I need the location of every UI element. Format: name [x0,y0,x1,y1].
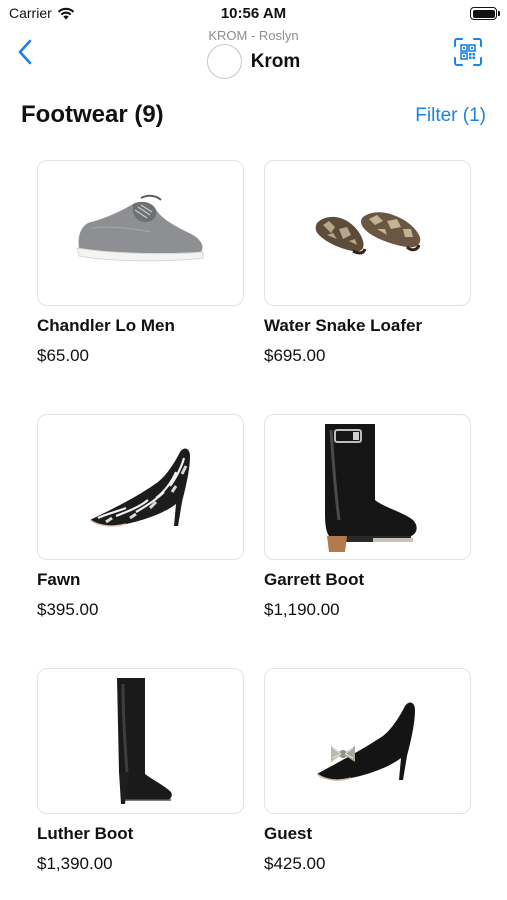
product-image [37,414,244,560]
filter-button[interactable]: Filter (1) [415,105,486,127]
product-image [264,160,471,306]
navigation-bar: KROM - Roslyn Krom [0,26,507,84]
product-card[interactable]: Luther Boot $1,390.00 [37,668,244,900]
store-header: Krom [0,44,507,79]
product-price: $65.00 [37,346,89,365]
gray-sneaker-image [75,194,203,262]
product-card[interactable]: Fawn $395.00 [37,414,244,668]
status-bar: Carrier 10:56 AM [0,0,507,28]
product-price: $1,390.00 [37,854,113,873]
product-price: $395.00 [37,600,99,619]
store-avatar [206,44,242,79]
battery-icon [470,7,500,20]
product-price: $425.00 [264,854,326,873]
snakeskin-loafer-image [315,212,420,255]
product-image [37,160,244,306]
product-card[interactable]: Water Snake Loafer $695.00 [264,160,471,414]
product-card[interactable]: Chandler Lo Men $65.00 [37,160,244,414]
product-card[interactable]: Guest $425.00 [264,668,471,900]
product-name: Chandler Lo Men [37,316,175,335]
status-time: 10:56 AM [220,5,287,22]
product-name: Luther Boot [37,824,134,843]
qr-scan-icon [454,38,482,66]
black-bow-pump-image [316,702,415,781]
product-name: Fawn [37,570,81,589]
scan-button[interactable] [453,37,483,67]
product-name: Guest [264,824,313,843]
product-name: Garrett Boot [264,570,365,589]
product-image [264,668,471,814]
product-card[interactable]: Garrett Boot $1,190.00 [264,414,471,668]
store-subtitle: KROM - Roslyn [208,28,299,43]
page-title: Footwear (9) [21,101,164,128]
printed-pump-image [89,448,190,527]
black-ankle-boot-image [324,424,417,552]
product-image [37,668,244,814]
store-title: Krom [250,50,301,72]
product-price: $695.00 [264,346,326,365]
product-image [264,414,471,560]
product-grid: Chandler Lo Men $65.00 Water Snake Loafe… [37,160,473,900]
tall-black-boot-image [116,678,172,804]
product-price: $1,190.00 [264,600,340,619]
product-name: Water Snake Loafer [264,316,423,335]
